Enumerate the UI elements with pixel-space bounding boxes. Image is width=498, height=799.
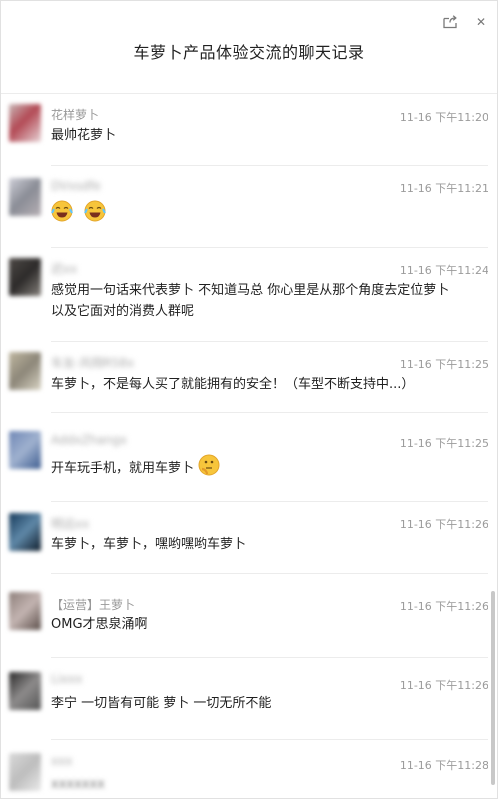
avatar[interactable] <box>9 672 41 710</box>
thinking-emoji-icon <box>198 454 220 483</box>
avatar[interactable] <box>9 753 41 791</box>
divider <box>51 165 489 166</box>
avatar[interactable] <box>9 592 41 630</box>
divider <box>51 573 489 574</box>
divider <box>51 739 489 740</box>
message-emoji-row <box>51 200 451 229</box>
laugh-cry-emoji-icon <box>51 200 73 229</box>
message-text: 李宁 一切皆有可能 萝卜 一切无所不能 <box>51 696 272 711</box>
avatar[interactable] <box>9 352 41 390</box>
avatar[interactable] <box>9 513 41 551</box>
message-text: xxxxxxx <box>51 777 105 792</box>
sender-name: 【运营】王萝卜 <box>51 598 136 612</box>
sender-name: AddxZhangx <box>51 433 127 447</box>
message-text: 最帅花萝卜 <box>51 128 117 143</box>
sender-name: Lixxx <box>51 672 83 686</box>
timestamp: 11-16 下午11:25 <box>399 437 489 450</box>
window-title: 车萝卜产品体验交流的聊天记录 <box>133 43 365 62</box>
avatar[interactable] <box>9 258 41 296</box>
message-text: 车萝卜，车萝卜，嘿哟嘿哟车萝卜 <box>51 537 247 552</box>
timestamp: 11-16 下午11:25 <box>399 358 489 371</box>
timestamp: 11-16 下午11:26 <box>399 518 489 531</box>
scrollbar-track[interactable] <box>488 94 497 798</box>
message-list[interactable]: 花样萝卜 11-16 下午11:20 最帅花萝卜 DVxsdfe 11-16 下… <box>1 94 489 798</box>
timestamp: 11-16 下午11:21 <box>399 182 489 195</box>
message-text: 感觉用一句话来代表萝卜 不知道马总 你心里是从那个角度去定位萝卜以及它面对的消费… <box>51 283 450 319</box>
laugh-cry-emoji-icon <box>84 200 107 229</box>
divider <box>51 247 489 248</box>
divider <box>51 657 489 658</box>
timestamp: 11-16 下午11:26 <box>399 679 489 692</box>
sender-name: 迟xx <box>51 262 78 276</box>
message-text-row: 开车玩手机，就用车萝卜 <box>51 454 451 483</box>
timestamp: 11-16 下午11:28 <box>399 759 489 772</box>
sender-name: xxx <box>51 754 73 768</box>
share-icon[interactable] <box>441 13 459 31</box>
title-bar: ✕ 车萝卜产品体验交流的聊天记录 <box>1 1 497 94</box>
timestamp: 11-16 下午11:24 <box>399 264 489 277</box>
avatar[interactable] <box>9 431 41 469</box>
scrollbar-thumb[interactable] <box>491 591 495 785</box>
divider <box>51 501 489 502</box>
close-button[interactable]: ✕ <box>472 13 490 31</box>
message-text: OMG才思泉涌啊 <box>51 617 148 632</box>
sender-name: DVxsdfe <box>51 179 101 193</box>
timestamp: 11-16 下午11:20 <box>399 111 489 124</box>
divider <box>51 412 489 413</box>
message-text: 开车玩手机，就用车萝卜 <box>51 461 195 476</box>
divider <box>51 341 489 342</box>
avatar[interactable] <box>9 104 41 142</box>
timestamp: 11-16 下午11:26 <box>399 600 489 613</box>
sender-name: 明远xx <box>51 517 90 531</box>
message-text: 车萝卜，不是每人买了就能拥有的安全！（车型不断支持中...） <box>51 377 415 392</box>
sender-name: 花样萝卜 <box>51 108 100 122</box>
sender-name: 车友-风翔R58x <box>51 356 135 370</box>
avatar[interactable] <box>9 178 41 216</box>
chat-history-window: ✕ 车萝卜产品体验交流的聊天记录 花样萝卜 11-16 下午11:20 最帅花萝… <box>0 0 498 799</box>
